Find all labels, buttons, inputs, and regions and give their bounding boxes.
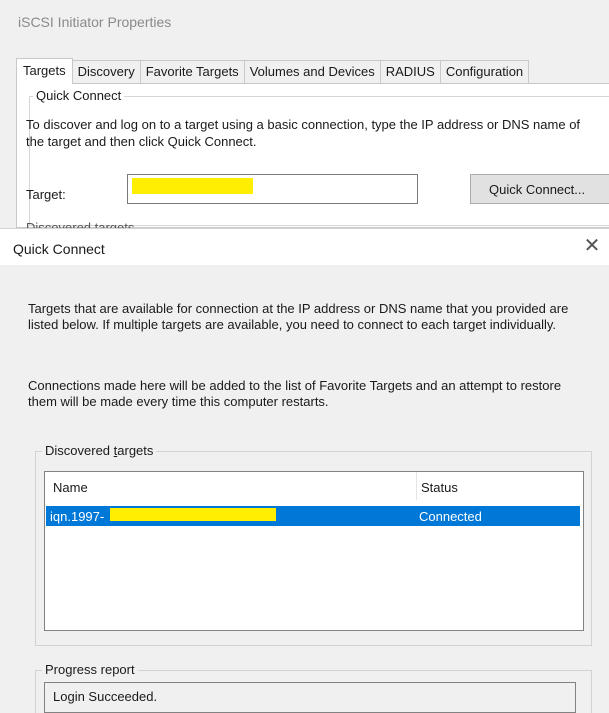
target-name-cell: iqn.1997-: [50, 509, 105, 524]
iscsi-initiator-properties-window: iSCSI Initiator Properties Targets Disco…: [0, 0, 609, 235]
table-row[interactable]: iqn.1997- Connected: [46, 506, 580, 526]
discovered-targets-legend: Discovered targets: [42, 443, 157, 458]
window-title: iSCSI Initiator Properties: [18, 14, 172, 30]
targets-tab-panel: [16, 83, 609, 228]
target-label: Target:: [26, 187, 66, 202]
quick-connect-legend: Quick Connect: [33, 88, 125, 103]
tab-favorite-targets[interactable]: Favorite Targets: [140, 60, 245, 84]
close-icon[interactable]: ✕: [575, 233, 609, 261]
target-input[interactable]: [127, 174, 418, 204]
tab-volumes-and-devices[interactable]: Volumes and Devices: [244, 60, 381, 84]
progress-report-legend: Progress report: [42, 662, 138, 677]
tab-discovery[interactable]: Discovery: [72, 60, 141, 84]
progress-message: Login Succeeded.: [53, 689, 158, 704]
dialog-title: Quick Connect: [13, 241, 105, 257]
target-status-cell: Connected: [419, 509, 482, 524]
tab-radius[interactable]: RADIUS: [380, 60, 441, 84]
progress-report-box: Login Succeeded.: [44, 682, 576, 713]
column-separator[interactable]: [416, 472, 417, 500]
tab-bar: Targets Discovery Favorite Targets Volum…: [16, 58, 530, 84]
dialog-title-bar: Quick Connect ✕: [0, 229, 609, 265]
quick-connect-description: To discover and log on to a target using…: [26, 117, 581, 149]
tab-configuration[interactable]: Configuration: [440, 60, 530, 84]
redaction-mark: [110, 508, 276, 521]
redaction-mark: [132, 178, 253, 194]
intro-text: Targets that are available for connectio…: [28, 301, 569, 332]
tab-targets[interactable]: Targets: [16, 58, 73, 84]
quick-connect-button[interactable]: Quick Connect...: [470, 174, 609, 204]
column-header-name[interactable]: Name: [53, 480, 88, 495]
list-header: Name Status: [45, 472, 583, 502]
favorites-text: Connections made here will be added to t…: [28, 378, 562, 409]
column-header-status[interactable]: Status: [421, 480, 458, 495]
discovered-targets-list[interactable]: Name Status: [44, 471, 584, 631]
